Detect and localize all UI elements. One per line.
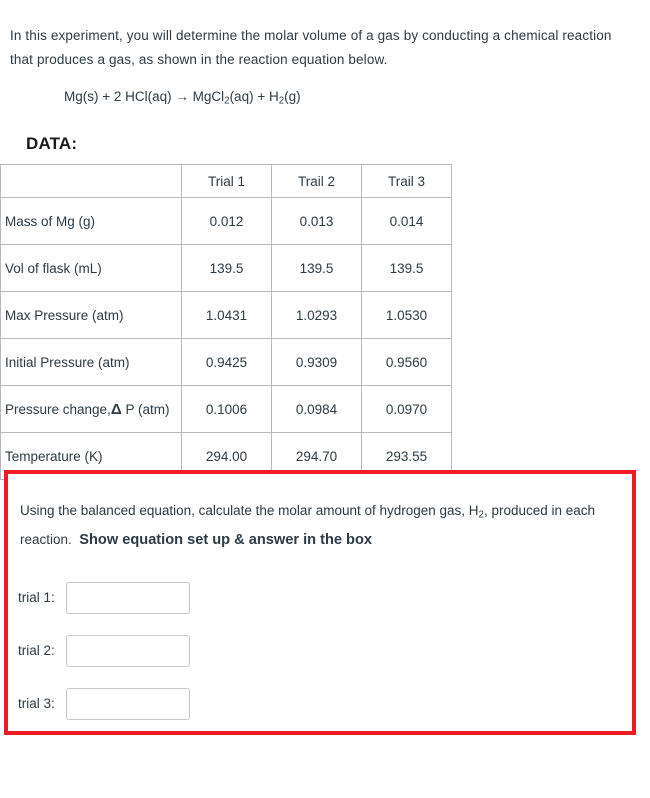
table-row: Max Pressure (atm) 1.0431 1.0293 1.0530 (0, 291, 452, 340)
answer-label-trial-1: trial 1: (18, 590, 55, 606)
column-header-trial-3: Trail 3 (361, 164, 452, 199)
cell-initial-pressure-trial-2: 0.9309 (271, 338, 362, 387)
answer-input-trial-3[interactable] (66, 687, 190, 720)
answer-row-trial-2: trial 2: (18, 634, 632, 667)
table-row: Mass of Mg (g) 0.012 0.013 0.014 (0, 197, 452, 246)
answer-row-trial-1: trial 1: (18, 581, 632, 614)
row-label-mass-of-mg: Mass of Mg (g) (0, 197, 182, 246)
cell-vol-of-flask-trial-3: 139.5 (361, 244, 452, 293)
table-row: Pressure change,Δ P (atm) 0.1006 0.0984 … (0, 385, 452, 434)
page-content: In this experiment, you will determine t… (0, 14, 650, 735)
cell-initial-pressure-trial-1: 0.9425 (181, 338, 272, 387)
cell-pressure-change-trial-3: 0.0970 (361, 385, 452, 434)
table-row: Vol of flask (mL) 139.5 139.5 139.5 (0, 244, 452, 293)
row-label-max-pressure: Max Pressure (atm) (0, 291, 182, 340)
cell-mass-of-mg-trial-2: 0.013 (271, 197, 362, 246)
reaction-equation: Mg(s) + 2 HCl(aq) → MgCl2(aq) + H2(g) (0, 86, 650, 113)
question-prompt-emphasis: Show equation set up & answer in the box (79, 531, 372, 548)
cell-max-pressure-trial-2: 1.0293 (271, 291, 362, 340)
question-prompt: Using the balanced equation, calculate t… (8, 487, 632, 552)
cell-max-pressure-trial-1: 1.0431 (181, 291, 272, 340)
data-heading: DATA: (26, 134, 78, 154)
cell-vol-of-flask-trial-1: 139.5 (181, 244, 272, 293)
answer-input-trial-1[interactable] (66, 581, 190, 614)
delta-symbol: Δ (110, 400, 122, 418)
table-header-row: Trial 1 Trail 2 Trail 3 (0, 164, 452, 199)
cell-mass-of-mg-trial-3: 0.014 (361, 197, 452, 246)
cell-pressure-change-trial-2: 0.0984 (271, 385, 362, 434)
answer-label-trial-3: trial 3: (18, 696, 55, 712)
cell-max-pressure-trial-3: 1.0530 (361, 291, 452, 340)
answer-fields-group: trial 1: trial 2: trial 3: (8, 581, 632, 720)
row-label-initial-pressure: Initial Pressure (atm) (0, 338, 182, 387)
column-header-trial-1: Trial 1 (181, 164, 272, 199)
equation-part-2: (aq) + H (229, 88, 279, 104)
cell-mass-of-mg-trial-1: 0.012 (181, 197, 272, 246)
equation-part-3: (g) (284, 88, 301, 104)
experiment-data-table: Trial 1 Trail 2 Trail 3 Mass of Mg (g) 0… (0, 164, 452, 481)
column-header-trial-2: Trail 2 (271, 164, 362, 199)
pressure-change-text-pre: Pressure change, (5, 401, 111, 417)
row-label-vol-of-flask: Vol of flask (mL) (0, 244, 182, 293)
equation-part-1: Mg(s) + 2 HCl(aq) → MgCl (64, 88, 225, 104)
table-corner-header (0, 164, 182, 199)
answer-label-trial-2: trial 2: (18, 643, 55, 659)
question-box: Using the balanced equation, calculate t… (4, 469, 636, 735)
question-prompt-part-1: Using the balanced equation, calculate t… (20, 503, 479, 518)
row-label-pressure-change: Pressure change,Δ P (atm) (0, 385, 182, 434)
answer-row-trial-3: trial 3: (18, 687, 632, 720)
pressure-change-text-post: P (atm) (121, 401, 170, 417)
intro-paragraph: In this experiment, you will determine t… (10, 27, 612, 67)
answer-input-trial-2[interactable] (66, 634, 190, 667)
table-row: Initial Pressure (atm) 0.9425 0.9309 0.9… (0, 338, 452, 387)
cell-vol-of-flask-trial-2: 139.5 (271, 244, 362, 293)
cell-initial-pressure-trial-3: 0.9560 (361, 338, 452, 387)
cell-pressure-change-trial-1: 0.1006 (181, 385, 272, 434)
